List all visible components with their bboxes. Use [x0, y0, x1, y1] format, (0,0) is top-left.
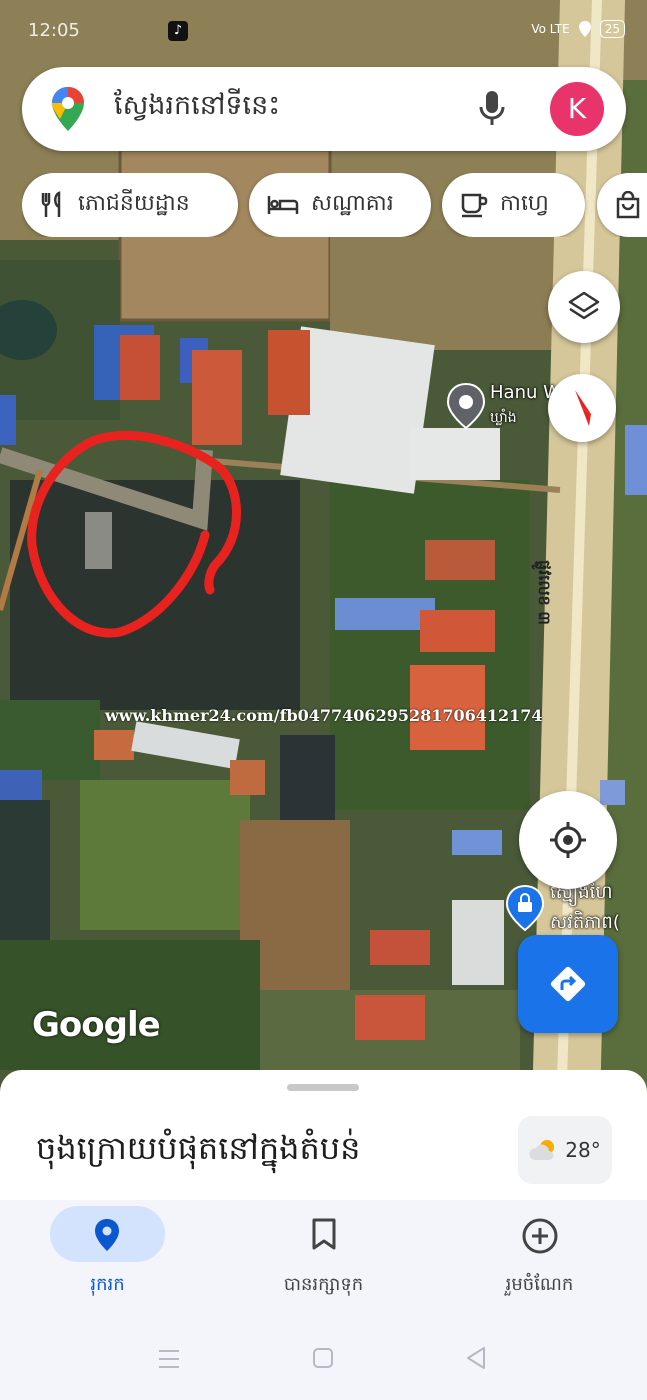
- sheet-title: ចុងក្រោយបំផុតនៅក្នុងតំបន់: [36, 1129, 361, 1167]
- partly-cloudy-icon: [529, 1140, 555, 1160]
- shopping-icon: [615, 191, 641, 219]
- directions-icon: [550, 966, 586, 1002]
- compass-button[interactable]: [548, 374, 616, 442]
- watermark: www.khmer24.com/fb0477406295281706412174: [105, 706, 543, 725]
- chip-restaurants[interactable]: ភោជនីយដ្ឋាន: [22, 173, 238, 237]
- nav-label: រួមចំណែក: [505, 1274, 574, 1295]
- chip-coffee[interactable]: កាហ្វេ: [442, 173, 585, 237]
- home-icon[interactable]: [312, 1347, 334, 1369]
- network-indicator: Vo LTE: [531, 22, 570, 36]
- tiktok-icon: ♪: [168, 21, 188, 41]
- status-bar: 12:05 ♪ Vo LTE 25: [0, 0, 647, 60]
- bottom-navigation: រុករក បានរក្សាទុក រួមចំណែក: [0, 1200, 647, 1330]
- account-avatar[interactable]: K: [550, 82, 604, 136]
- restaurant-icon: [40, 191, 66, 219]
- search-bar[interactable]: ស្វែងរកនៅទីនេះ K: [22, 67, 626, 151]
- coffee-icon: [460, 192, 488, 218]
- bookmark-icon: [312, 1218, 335, 1250]
- status-right: Vo LTE 25: [531, 20, 625, 38]
- location-pin-icon: [94, 1219, 119, 1251]
- menu-icon[interactable]: [157, 1348, 181, 1370]
- add-circle-icon: [522, 1218, 557, 1254]
- chip-label: ភោជនីយដ្ឋាន: [78, 191, 190, 216]
- nav-explore[interactable]: រុករក: [0, 1200, 215, 1330]
- weather-chip[interactable]: 28°: [518, 1116, 612, 1184]
- status-time: 12:05: [28, 20, 80, 41]
- hotel-icon: [267, 194, 299, 216]
- poi-hanuman-sublabel: ឃ្លាំង: [490, 410, 517, 426]
- back-icon[interactable]: [464, 1346, 488, 1370]
- nav-label: បានរក្សាទុក: [283, 1274, 364, 1295]
- temperature: 28°: [565, 1138, 601, 1162]
- search-input[interactable]: ស្វែងរកនៅទីនេះ: [114, 89, 280, 128]
- microphone-icon[interactable]: [477, 89, 507, 129]
- location-status-icon: [578, 21, 591, 37]
- poi-security-label-2: សវតិភាព(: [550, 912, 620, 933]
- system-nav-bar: [0, 1330, 647, 1400]
- poi-marker-icon[interactable]: [446, 382, 486, 430]
- chip-shopping[interactable]: [597, 173, 647, 237]
- sheet-drag-handle[interactable]: [287, 1084, 359, 1091]
- compass-icon: [575, 390, 591, 426]
- nav-contribute[interactable]: រួមចំណែក: [432, 1200, 647, 1330]
- chip-hotels[interactable]: សណ្ឋាគារ: [249, 173, 431, 237]
- layers-button[interactable]: [548, 271, 620, 343]
- chip-label: កាហ្វេ: [500, 191, 549, 216]
- chip-label: សណ្ឋាគារ: [311, 191, 394, 216]
- nav-saved[interactable]: បានរក្សាទុក: [216, 1200, 431, 1330]
- lock-marker-icon[interactable]: [505, 884, 545, 932]
- crosshair-icon: [550, 822, 586, 858]
- nav-label: រុករក: [90, 1274, 125, 1295]
- category-chips: ភោជនីយដ្ឋាន សណ្ឋាគារ កាហ្វេ: [22, 173, 647, 237]
- road-name-label: ផ្លូវលេខ ៣: [535, 560, 554, 625]
- battery-indicator: 25: [599, 20, 625, 38]
- google-logo: Google: [32, 1005, 161, 1045]
- my-location-button[interactable]: [519, 791, 617, 889]
- layers-icon: [568, 291, 600, 320]
- directions-button[interactable]: [518, 935, 618, 1033]
- google-maps-pin-icon: [52, 87, 84, 131]
